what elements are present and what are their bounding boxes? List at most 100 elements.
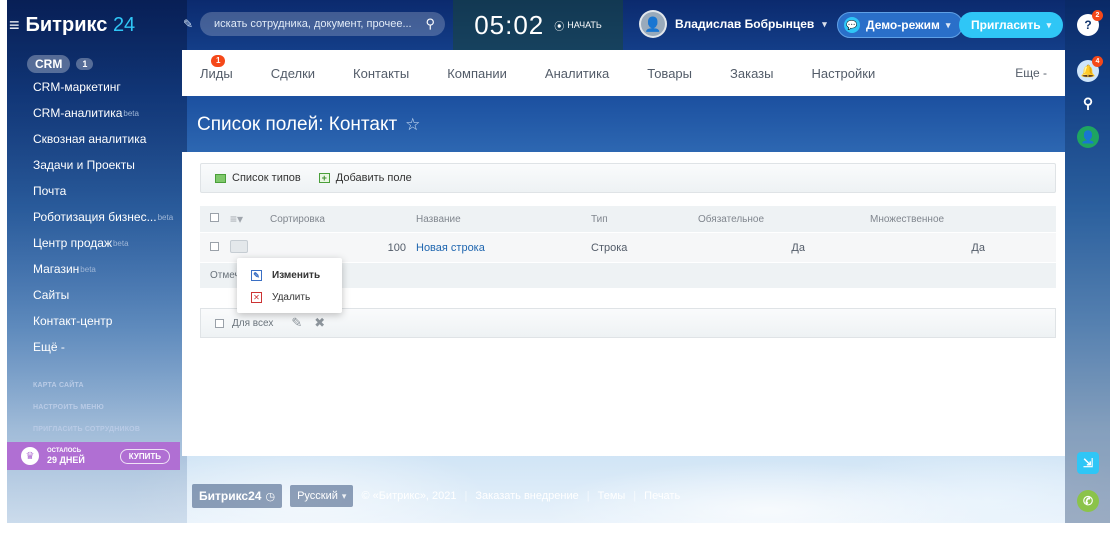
col-type[interactable]: Тип <box>591 214 698 225</box>
col-required[interactable]: Обязательное <box>698 214 870 225</box>
tab[interactable]: Компании <box>447 66 507 81</box>
chevron-down-icon: ▾ <box>1046 19 1052 30</box>
sidebar-item-label: Сайты <box>33 288 70 302</box>
sidebar-item[interactable]: Почта <box>7 178 182 204</box>
language-select[interactable]: Русский ▾ <box>290 485 354 507</box>
sidebar-link[interactable]: НАСТРОИТЬ МЕНЮ <box>7 396 182 418</box>
tab[interactable]: Заказы <box>730 66 773 81</box>
close-icon[interactable]: ✖ <box>314 315 325 331</box>
search-icon: ⚲ <box>1082 94 1094 111</box>
add-icon: + <box>318 173 330 183</box>
clock: 05:02 <box>474 9 545 40</box>
crm-count: 1 <box>76 58 94 70</box>
tab[interactable]: Сделки <box>271 66 315 81</box>
add-field-button[interactable]: + Добавить поле <box>318 172 412 184</box>
delete-label: Удалить <box>272 291 311 303</box>
col-name[interactable]: Название <box>416 214 591 225</box>
buy-button[interactable]: КУПИТЬ <box>119 448 170 464</box>
sidebar-item[interactable]: CRM-аналитика beta <box>7 100 182 126</box>
invite-label: Пригласить <box>971 18 1041 32</box>
sidebar-item-label: Ещё - <box>33 340 65 354</box>
tab[interactable]: Аналитика <box>545 66 609 81</box>
for-all-checkbox[interactable] <box>215 318 224 328</box>
crm-label: CRM <box>27 55 71 73</box>
search-input[interactable] <box>214 18 426 30</box>
invite-button[interactable]: Пригласить ▾ <box>959 12 1064 38</box>
chat-icon: 💬 <box>844 17 860 33</box>
cell-name-link[interactable]: Новая строка <box>416 242 485 254</box>
sidebar-item-label: Центр продаж <box>33 236 112 250</box>
sidebar: CRM 1 CRM-маркетинг CRM-аналитика beta Скво… <box>7 54 182 440</box>
row-checkbox[interactable] <box>210 241 219 251</box>
search-icon[interactable]: ⚲ <box>425 16 435 32</box>
logo[interactable]: ≡ Битрикс 24 <box>9 14 135 37</box>
exit-button[interactable]: ⇲ <box>1077 452 1099 474</box>
right-rail: ? 2 🔔 4 ⚲ 👤 ⇲ ✆ <box>1065 0 1110 523</box>
col-multiple[interactable]: Множественное <box>870 214 1050 225</box>
contacts-button[interactable]: 👤 <box>1077 126 1099 148</box>
sidebar-item[interactable]: Сайты <box>7 282 182 308</box>
list-icon <box>215 173 226 183</box>
page-title-text: Список полей: Контакт <box>197 114 398 135</box>
sidebar-item[interactable]: Роботизация бизнес... beta <box>7 204 182 230</box>
themes-link[interactable]: Темы <box>598 490 626 502</box>
hamburger-menu-icon[interactable]: ≡ <box>9 15 20 36</box>
help-button[interactable]: ? 2 <box>1077 10 1103 36</box>
order-link[interactable]: Заказать внедрение <box>475 490 578 502</box>
menu-item-delete[interactable]: ✕ Удалить <box>237 286 342 308</box>
star-icon[interactable]: ☆ <box>405 115 420 135</box>
cell-multiple: Да <box>971 241 985 254</box>
sidebar-item-label: Роботизация бизнес... <box>33 210 157 224</box>
logo-main: Битрикс <box>25 14 108 36</box>
cell-type: Строка <box>591 241 628 254</box>
grid-settings-icon[interactable]: ≡▾ <box>230 212 270 226</box>
sidebar-item[interactable]: CRM-маркетинг <box>7 74 182 100</box>
sidebar-item[interactable]: Контакт-центр <box>7 308 182 334</box>
sidebar-item[interactable]: Магазин beta <box>7 256 182 282</box>
row-context-menu: ✎ Изменить ✕ Удалить <box>237 258 342 313</box>
trial-days: 29 ДНЕЙ <box>47 455 85 465</box>
sidebar-item-crm[interactable]: CRM 1 <box>7 54 182 74</box>
sidebar-item[interactable]: Сквозная аналитика <box>7 126 182 152</box>
start-label: НАЧАТЬ <box>567 20 602 30</box>
types-list-button[interactable]: Список типов <box>215 172 301 184</box>
tab-label: Аналитика <box>544 65 610 81</box>
call-button[interactable]: ✆ <box>1077 490 1099 512</box>
pencil-icon[interactable]: ✎ <box>183 17 193 31</box>
menu-item-edit[interactable]: ✎ Изменить <box>237 264 342 286</box>
user-menu[interactable]: 👤 Владислав Бобрынцев ▾ <box>639 10 827 38</box>
tab[interactable]: Товары <box>647 66 692 81</box>
col-sort[interactable]: Сортировка <box>270 214 416 225</box>
row-menu-button[interactable] <box>230 239 248 253</box>
user-name: Владислав Бобрынцев <box>675 17 815 31</box>
work-day-block: 05:02 ⦿ НАЧАТЬ <box>453 0 623 50</box>
cell-sort: 100 <box>387 241 406 254</box>
select-all-checkbox[interactable] <box>210 213 219 222</box>
help-icon: ? <box>1084 18 1092 32</box>
footer-brand[interactable]: Битрикс24 <box>199 489 261 503</box>
sidebar-item[interactable]: Ещё - <box>7 334 182 360</box>
tab[interactable]: Лиды 1 <box>200 54 233 81</box>
demo-mode-button[interactable]: 💬 Демо-режим ▾ <box>837 12 964 38</box>
sidebar-link[interactable]: ПРИГЛАСИТЬ СОТРУДНИКОВ <box>7 418 182 440</box>
notifications-button[interactable]: 🔔 4 <box>1077 56 1103 82</box>
sidebar-link[interactable]: КАРТА САЙТА <box>7 374 182 396</box>
leads-badge: 1 <box>211 54 226 67</box>
delete-icon: ✕ <box>251 291 262 303</box>
beta-tag: beta <box>157 212 174 222</box>
tab-more[interactable]: Еще - <box>1015 66 1047 80</box>
separator: | <box>633 490 637 502</box>
sidebar-item[interactable]: Центр продаж beta <box>7 230 182 256</box>
sidebar-item-label: Контакт-центр <box>33 314 113 328</box>
tab[interactable]: Контакты <box>353 66 409 81</box>
demo-label: Демо-режим <box>866 18 940 32</box>
avatar[interactable]: 👤 <box>639 10 667 38</box>
print-link[interactable]: Печать <box>644 490 680 502</box>
search-box[interactable]: ⚲ <box>200 12 445 36</box>
search-rail-button[interactable]: ⚲ <box>1077 92 1099 114</box>
tab-label: Настройки <box>811 65 876 81</box>
sidebar-item[interactable]: Задачи и Проекты <box>7 152 182 178</box>
start-day-button[interactable]: ⦿ НАЧАТЬ <box>554 18 602 33</box>
tab[interactable]: Настройки <box>811 66 875 81</box>
pencil-icon[interactable]: ✎ <box>291 315 302 331</box>
